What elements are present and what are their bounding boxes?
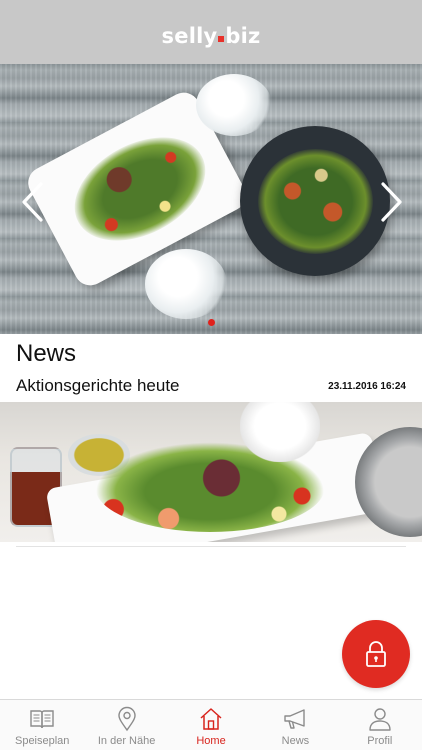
nav-label: In der Nähe <box>97 735 156 747</box>
home-icon <box>200 708 222 730</box>
nav-label: Home <box>196 735 226 747</box>
chevron-left-icon <box>22 182 43 222</box>
megaphone-icon <box>284 709 306 729</box>
divider <box>16 546 406 547</box>
logo-dot <box>218 36 225 42</box>
news-item-title[interactable]: Aktionsgerichte heute <box>16 376 180 396</box>
menu-book-icon <box>30 710 54 729</box>
hero-ice-bowl <box>145 249 227 319</box>
carousel-indicator <box>0 319 422 326</box>
nav-label: Profil <box>367 735 393 747</box>
nav-label: News <box>281 735 310 747</box>
news-item-header[interactable]: Aktionsgerichte heute 23.11.2016 16:24 <box>16 375 406 397</box>
hero-ice-bowl <box>196 74 272 136</box>
hero-carousel[interactable] <box>0 64 422 334</box>
app-logo: selly biz <box>161 24 261 48</box>
news-item-date: 23.11.2016 16:24 <box>328 380 406 392</box>
location-pin-icon <box>117 706 136 732</box>
carousel-dot-active[interactable] <box>207 319 215 326</box>
chevron-right-icon <box>381 182 402 222</box>
carousel-next-button[interactable] <box>378 180 406 224</box>
section-title: News <box>16 340 77 367</box>
carousel-prev-button[interactable] <box>18 180 46 224</box>
lock-fab-button[interactable] <box>342 620 410 688</box>
nav-item-in-der-naehe[interactable]: In der Nähe <box>84 700 168 750</box>
user-icon <box>369 708 391 731</box>
nav-item-speiseplan[interactable]: Speiseplan <box>0 700 84 750</box>
lock-icon <box>366 641 386 667</box>
nav-item-news[interactable]: News <box>253 700 337 750</box>
nav-item-home[interactable]: Home <box>169 700 253 750</box>
nav-item-profil[interactable]: Profil <box>338 700 422 750</box>
nav-label: Speiseplan <box>14 735 70 747</box>
bottom-nav: Speiseplan In der Nähe Home News Profil <box>0 699 422 750</box>
news-item-image[interactable] <box>0 402 422 542</box>
hero-salad-right <box>258 149 373 254</box>
app-header: selly biz <box>0 0 422 64</box>
